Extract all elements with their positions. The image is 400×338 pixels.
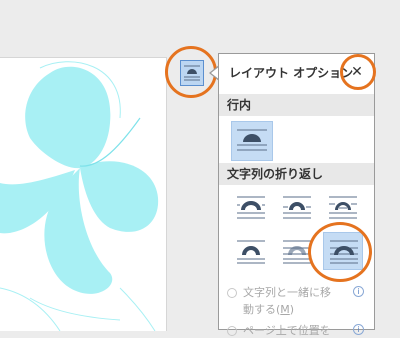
wrap-through-button[interactable] <box>325 191 361 225</box>
wrap-square-icon <box>237 196 265 219</box>
panel-title: レイアウト オプション <box>229 66 354 80</box>
radio-move-with-text[interactable] <box>227 288 237 298</box>
wrap-behind-text-icon <box>283 240 311 264</box>
wrap-behind-text-button[interactable] <box>279 235 315 269</box>
option-move-with-text-label: 文字列と一緒に移 <box>243 286 331 299</box>
option-move-with-text[interactable]: 文字列と一緒に移 <box>227 284 331 300</box>
wrap-top-bottom-button[interactable] <box>233 235 269 269</box>
layout-options-icon <box>184 65 200 81</box>
wrap-through-icon <box>329 196 357 219</box>
wrap-tight-button[interactable] <box>279 191 315 225</box>
close-icon: ✕ <box>351 64 363 80</box>
section-wrap: 文字列の折り返し <box>219 163 374 185</box>
section-inline: 行内 <box>219 94 374 116</box>
layout-options-button[interactable] <box>180 60 204 86</box>
wrap-square-button[interactable] <box>233 191 269 225</box>
wrap-in-front-of-text-icon <box>330 240 358 264</box>
mnemonic-m: M <box>280 303 290 316</box>
wrap-inline-button[interactable] <box>231 121 273 161</box>
radio-fix-position[interactable] <box>227 326 237 336</box>
flower-image[interactable] <box>0 58 166 331</box>
wrap-tight-icon <box>283 196 311 219</box>
document-page <box>0 57 167 331</box>
info-icon[interactable]: i <box>353 286 364 297</box>
close-button[interactable]: ✕ <box>347 62 367 82</box>
wrap-top-bottom-icon <box>237 240 265 264</box>
option-fix-position-label: ページ上で位置を <box>243 324 331 337</box>
layout-options-panel: レイアウト オプション ✕ 行内 文字列の折り返し 文字列と一緒に移 動する(M… <box>218 53 375 337</box>
wrap-inline-icon <box>237 129 267 151</box>
option-fix-position[interactable]: ページ上で位置を <box>227 322 331 338</box>
option-move-with-text-line2: 動する(M) <box>243 303 295 316</box>
wrap-in-front-of-text-button[interactable] <box>323 232 363 270</box>
